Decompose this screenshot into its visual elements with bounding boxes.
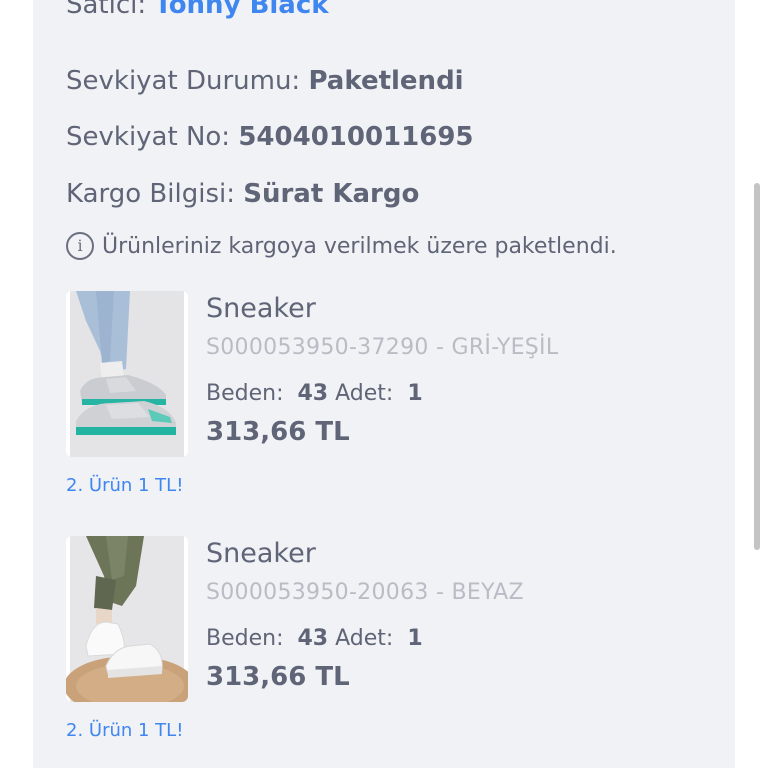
promo-link[interactable]: 2. Ürün 1 TL! — [66, 475, 183, 496]
qty-value: 1 — [407, 381, 423, 406]
product-size-qty: Beden: 43 Adet: 1 — [206, 626, 423, 651]
promo-link[interactable]: 2. Ürün 1 TL! — [66, 720, 183, 741]
shipment-number-label: Sevkiyat No: — [66, 122, 231, 152]
product-photo — [70, 291, 184, 457]
seller-label: Satıcı: — [66, 0, 147, 20]
product-photo — [66, 536, 188, 702]
size-value: 43 — [297, 381, 329, 406]
seller-link[interactable]: Tonny Black — [154, 0, 328, 20]
qty-label: Adet: — [335, 626, 394, 651]
qty-label: Adet: — [335, 381, 394, 406]
shipment-status-row: Sevkiyat Durumu: Paketlendi — [66, 66, 464, 96]
packaging-info: i Ürünleriniz kargoya verilmek üzere pak… — [66, 232, 617, 260]
info-icon: i — [66, 232, 94, 260]
product-code: S000053950-20063 - BEYAZ — [206, 580, 524, 605]
shipment-number-value: 5404010011695 — [238, 122, 474, 152]
seller-row: Satıcı: Tonny Black — [66, 0, 329, 20]
product-price: 313,66 TL — [206, 662, 350, 692]
size-value: 43 — [297, 626, 329, 651]
size-label: Beden: — [206, 626, 284, 651]
shipment-status-label: Sevkiyat Durumu: — [66, 66, 301, 96]
qty-value: 1 — [407, 626, 423, 651]
shipment-number-row: Sevkiyat No: 5404010011695 — [66, 122, 474, 152]
product-name[interactable]: Sneaker — [206, 293, 316, 324]
product-name[interactable]: Sneaker — [206, 538, 316, 569]
cargo-info-label: Kargo Bilgisi: — [66, 179, 235, 209]
product-price: 313,66 TL — [206, 417, 350, 447]
cargo-info-row: Kargo Bilgisi: Sürat Kargo — [66, 179, 419, 209]
packaging-info-text: Ürünleriniz kargoya verilmek üzere paket… — [102, 233, 617, 259]
shipment-status-value: Paketlendi — [308, 66, 464, 96]
product-image[interactable] — [66, 291, 188, 457]
product-image[interactable] — [66, 536, 188, 702]
size-label: Beden: — [206, 381, 284, 406]
product-code: S000053950-37290 - GRİ-YEŞİL — [206, 335, 559, 360]
order-detail-card: Satıcı: Tonny Black Sevkiyat Durumu: Pak… — [33, 0, 735, 768]
product-size-qty: Beden: 43 Adet: 1 — [206, 381, 423, 406]
scrollbar[interactable] — [754, 183, 760, 550]
cargo-info-value: Sürat Kargo — [243, 179, 420, 209]
